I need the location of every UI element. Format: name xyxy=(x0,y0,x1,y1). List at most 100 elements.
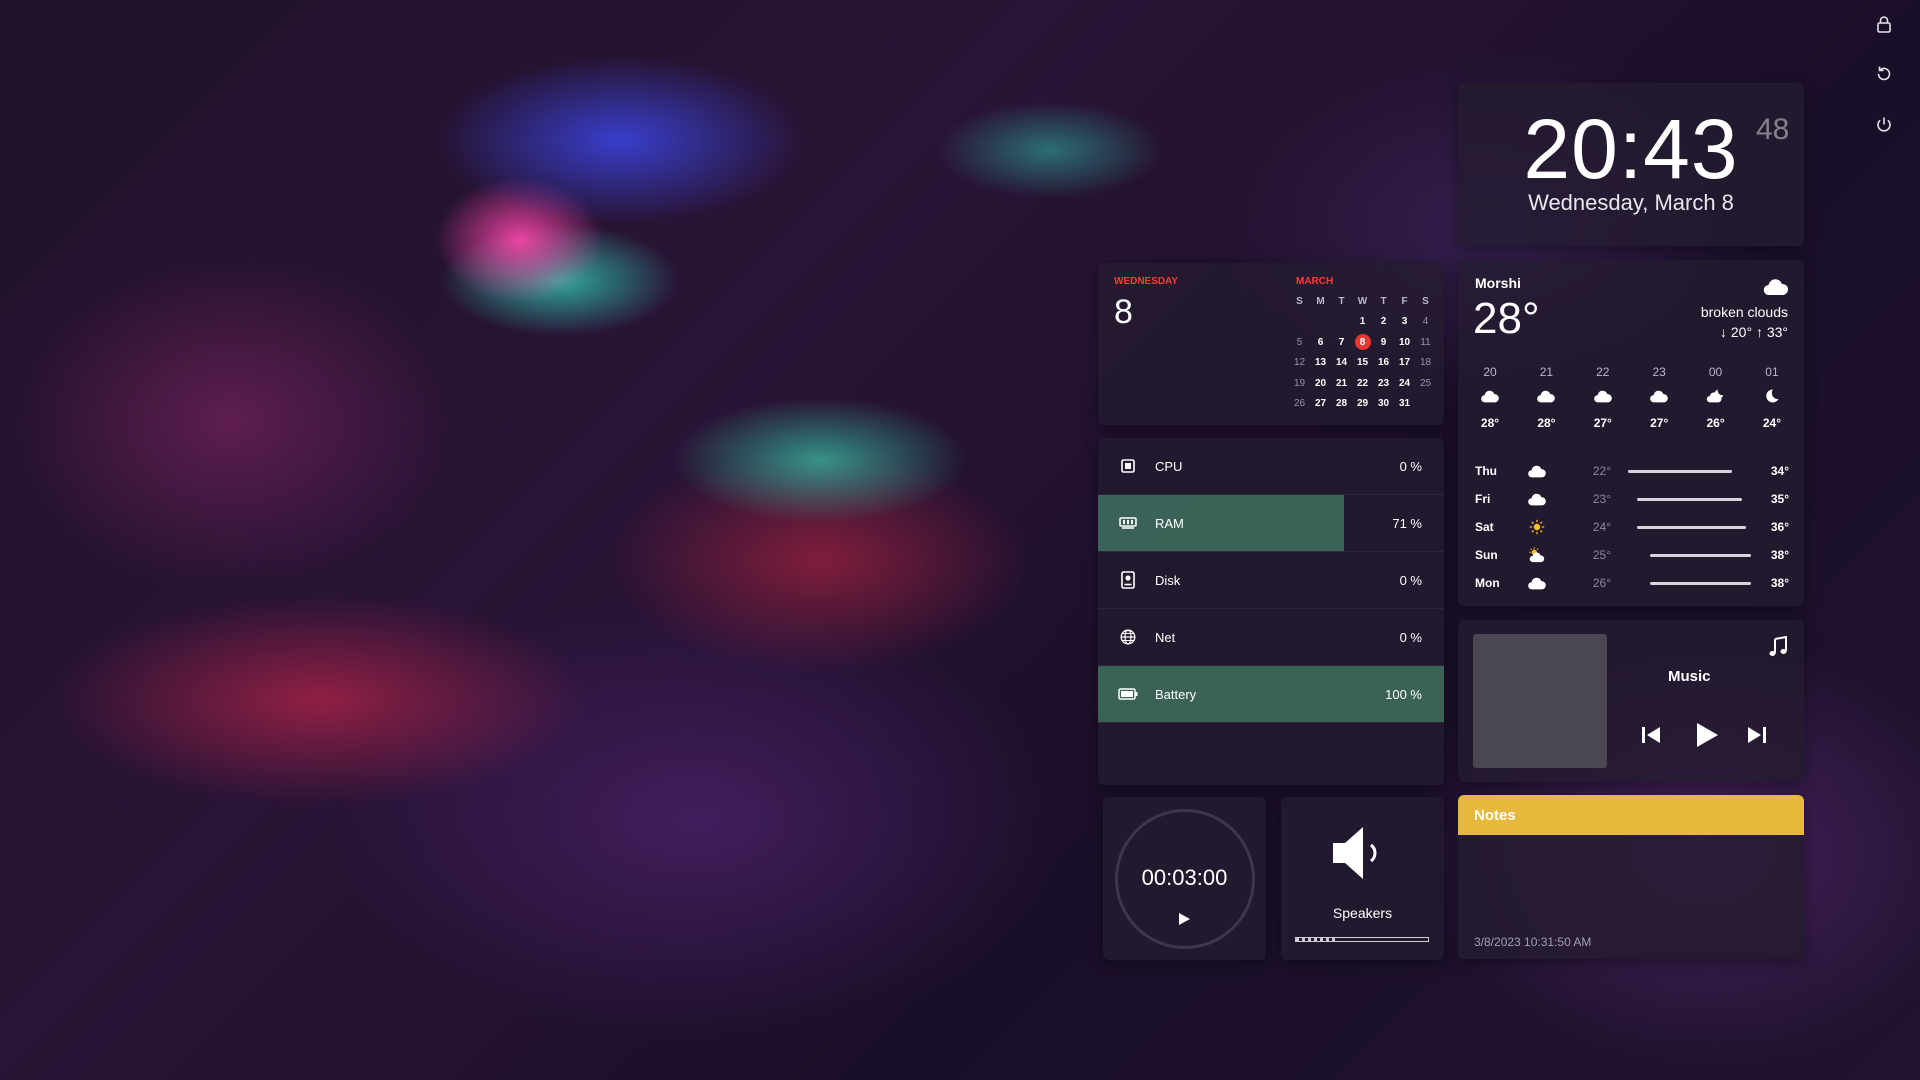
music-note-icon[interactable] xyxy=(1768,635,1788,663)
moon-icon xyxy=(1748,388,1796,407)
hourly-temp: 27° xyxy=(1593,416,1612,430)
calendar-weekday: WEDNESDAY xyxy=(1114,276,1179,287)
next-button[interactable] xyxy=(1746,724,1768,751)
hourly-hour: 23 xyxy=(1652,365,1666,379)
clock-seconds: 48 xyxy=(1756,113,1790,146)
hourly-temp: 28° xyxy=(1537,416,1556,430)
play-icon xyxy=(1179,913,1190,925)
calendar-date[interactable]: 17 xyxy=(1394,353,1415,374)
calendar-date[interactable]: 12 xyxy=(1289,353,1310,374)
power-button[interactable] xyxy=(1874,115,1898,139)
calendar-date[interactable]: 1 xyxy=(1352,312,1373,333)
hourly-hour: 21 xyxy=(1539,365,1554,379)
calendar-date[interactable]: 14 xyxy=(1331,353,1352,374)
arrow-up-icon: ↑ xyxy=(1755,324,1763,340)
cpu-icon xyxy=(1118,456,1138,476)
stat-value: 100 % xyxy=(1385,686,1422,702)
stat-value: 0 % xyxy=(1399,572,1422,588)
calendar-date[interactable]: 18 xyxy=(1415,353,1436,374)
calendar-date[interactable]: 24 xyxy=(1394,373,1415,394)
calendar-date[interactable]: 29 xyxy=(1352,394,1373,415)
calendar-date[interactable]: 8 xyxy=(1352,332,1373,353)
calendar-date[interactable]: 7 xyxy=(1331,332,1352,353)
weather-widget[interactable]: Morshi 28° broken clouds ↓ 20° ↑ 33° 20 … xyxy=(1458,260,1804,606)
play-button[interactable] xyxy=(1692,721,1720,754)
cloud-icon xyxy=(1466,388,1514,407)
notes-widget[interactable]: Notes 3/8/2023 10:31:50 AM xyxy=(1458,795,1804,959)
daily-low: 25° xyxy=(1592,548,1611,562)
calendar-date[interactable]: 13 xyxy=(1310,353,1331,374)
calendar-widget[interactable]: WEDNESDAY 8 MARCH S M T W T F S 1 2 3 4 5 6 7 8 9 10 11 12… xyxy=(1098,263,1444,425)
daily-high: 35° xyxy=(1770,492,1789,506)
calendar-date[interactable]: 31 xyxy=(1394,394,1415,415)
calendar-today-marker: 8 xyxy=(1354,334,1371,351)
calendar-date[interactable]: 27 xyxy=(1310,394,1331,415)
music-title: Music xyxy=(1668,668,1711,685)
calendar-date xyxy=(1289,312,1310,333)
stat-label: Net xyxy=(1155,629,1176,645)
calendar-day-number: 8 xyxy=(1114,293,1133,331)
calendar-date[interactable]: 26 xyxy=(1289,394,1310,415)
calendar-date[interactable]: 10 xyxy=(1394,332,1415,353)
calendar-date[interactable]: 11 xyxy=(1415,332,1436,353)
lock-button[interactable] xyxy=(1874,14,1898,38)
hourly-hour: 00 xyxy=(1708,365,1723,379)
weather-range: ↓ 20° ↑ 33° xyxy=(1720,324,1788,340)
notes-timestamp: 3/8/2023 10:31:50 AM xyxy=(1474,935,1592,949)
stat-label: CPU xyxy=(1155,458,1183,474)
speakers-widget[interactable]: Speakers xyxy=(1281,797,1444,960)
calendar-date[interactable]: 22 xyxy=(1352,373,1373,394)
cloud-icon xyxy=(1579,388,1627,407)
battery-icon xyxy=(1118,684,1138,704)
hourly-item: 21 28° xyxy=(1522,365,1570,430)
volume-slider[interactable] xyxy=(1295,937,1429,942)
daily-high: 36° xyxy=(1770,520,1789,534)
calendar-date[interactable]: 19 xyxy=(1289,373,1310,394)
timer-play-button[interactable] xyxy=(1177,912,1191,931)
calendar-date xyxy=(1415,394,1436,415)
calendar-date[interactable]: 28 xyxy=(1331,394,1352,415)
speakers-label: Speakers xyxy=(1332,905,1393,921)
cloud-icon xyxy=(1762,278,1790,301)
restart-button[interactable] xyxy=(1874,64,1898,88)
calendar-date xyxy=(1310,312,1331,333)
system-monitor-widget: CPU 0 % RAM 71 % Disk 0 % Net 0 % Battery 100 % xyxy=(1098,438,1444,785)
calendar-date[interactable]: 25 xyxy=(1415,373,1436,394)
hourly-hour: 22 xyxy=(1596,365,1610,379)
daily-day: Fri xyxy=(1475,492,1491,506)
daily-item: Sat 24° 36° xyxy=(1475,513,1789,541)
daily-range-bar xyxy=(1621,553,1751,557)
sun-icon xyxy=(1523,519,1551,535)
timer-time: 00:03:00 xyxy=(1141,865,1228,890)
calendar-date[interactable]: 5 xyxy=(1289,332,1310,353)
daily-day: Sat xyxy=(1475,520,1494,534)
daily-range-fill xyxy=(1649,581,1751,585)
speaker-icon[interactable] xyxy=(1329,821,1389,890)
previous-button[interactable] xyxy=(1640,724,1662,751)
calendar-weekday-header: S xyxy=(1422,295,1429,307)
calendar-date[interactable]: 21 xyxy=(1331,373,1352,394)
calendar-date[interactable]: 3 xyxy=(1394,312,1415,333)
calendar-date[interactable]: 2 xyxy=(1373,312,1394,333)
weather-high: 33° xyxy=(1766,324,1788,340)
calendar-date[interactable]: 16 xyxy=(1373,353,1394,374)
daily-range-bar xyxy=(1621,525,1751,529)
clock-time: 20:43 xyxy=(1523,102,1739,196)
calendar-date[interactable]: 6 xyxy=(1310,332,1331,353)
daily-item: Fri 23° 35° xyxy=(1475,485,1789,513)
calendar-date[interactable]: 30 xyxy=(1373,394,1394,415)
play-icon xyxy=(1697,723,1718,747)
hourly-temp: 28° xyxy=(1480,416,1500,430)
daily-range-fill xyxy=(1636,525,1746,529)
calendar-date[interactable]: 15 xyxy=(1352,353,1373,374)
timer-widget: 00:03:00 xyxy=(1103,797,1266,960)
hourly-item: 00 26° xyxy=(1692,365,1740,430)
calendar-date[interactable]: 20 xyxy=(1310,373,1331,394)
daily-range-fill xyxy=(1627,469,1732,473)
calendar-date[interactable]: 9 xyxy=(1373,332,1394,353)
hourly-forecast: 20 28° 21 28° 22 27° 23 27° 00 26° 01 24° xyxy=(1466,365,1796,430)
calendar-date[interactable]: 4 xyxy=(1415,312,1436,333)
calendar-date[interactable]: 23 xyxy=(1373,373,1394,394)
hourly-item: 01 24° xyxy=(1748,365,1796,430)
daily-item: Thu 22° 34° xyxy=(1475,457,1789,485)
